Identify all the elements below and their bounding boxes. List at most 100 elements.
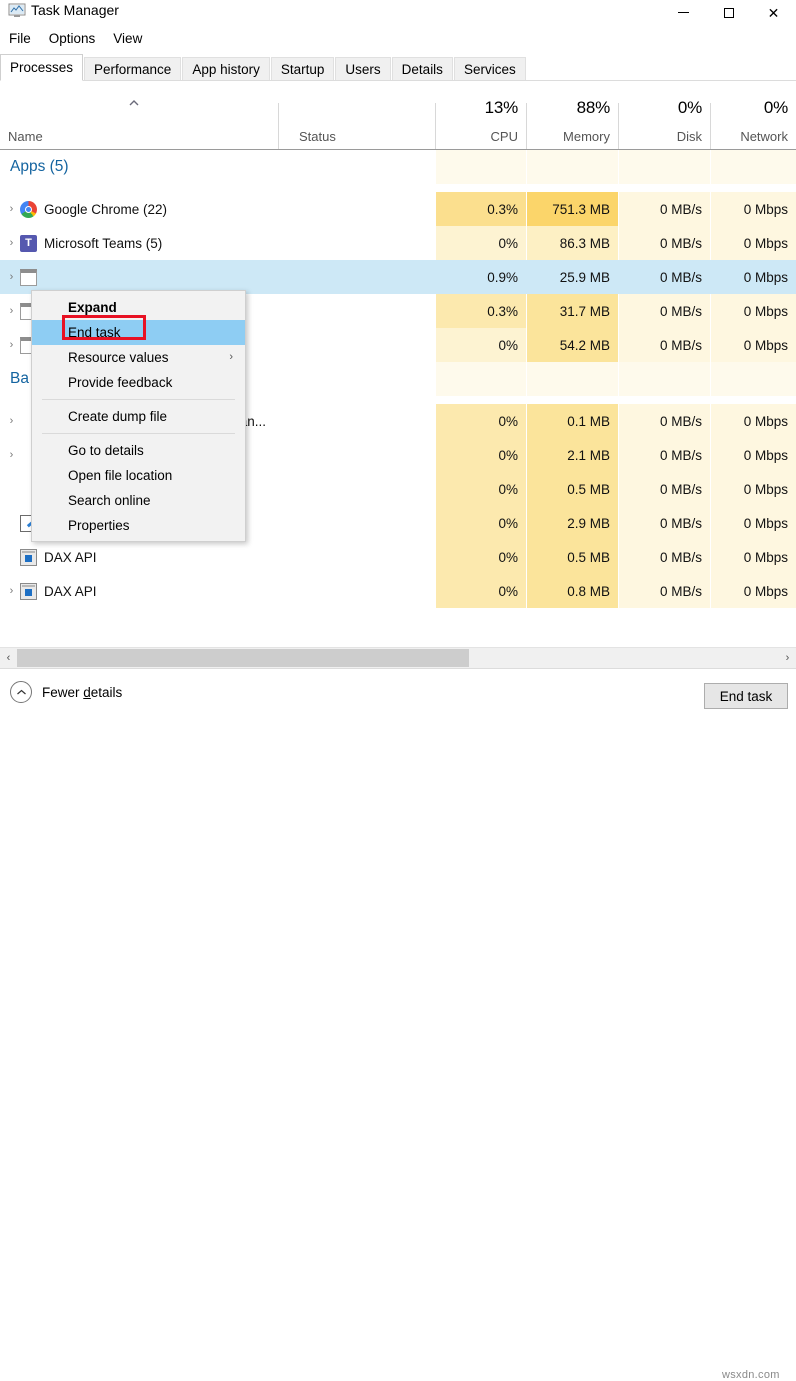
process-row[interactable]: › — [0, 438, 18, 472]
cell-network — [711, 150, 796, 184]
table-row[interactable]: 0% 0.5 MB 0 MB/s 0 Mbps DAX API — [0, 540, 796, 574]
table-row[interactable]: Apps (5) — [0, 150, 796, 184]
context-menu-item-provide-feedback[interactable]: Provide feedback — [32, 370, 245, 395]
cell-network: 0 Mbps — [711, 472, 796, 506]
cell-network: 0 Mbps — [711, 506, 796, 540]
process-row-chrome[interactable]: › Google Chrome (22) — [0, 192, 167, 226]
cell-memory: 2.1 MB — [527, 438, 618, 472]
end-task-button[interactable]: End task — [704, 683, 788, 709]
expand-chevron-icon[interactable]: › — [5, 449, 18, 461]
cell-cpu: 0% — [436, 506, 526, 540]
context-menu-item-search-online[interactable]: Search online — [32, 488, 245, 513]
cell-cpu: 0% — [436, 574, 526, 608]
cell-cpu: 0% — [436, 540, 526, 574]
cell-network: 0 Mbps — [711, 404, 796, 438]
scroll-left-arrow-icon[interactable]: ‹ — [0, 648, 17, 668]
cell-disk: 0 MB/s — [619, 260, 710, 294]
expand-chevron-icon[interactable]: › — [5, 339, 18, 351]
cell-disk: 0 MB/s — [619, 294, 710, 328]
scrollbar-thumb[interactable] — [17, 649, 469, 667]
task-manager-window: Task Manager ✕ File Options View Process… — [0, 0, 796, 1381]
table-row[interactable]: 0% 0.8 MB 0 MB/s 0 Mbps › DAX API — [0, 574, 796, 608]
cell-cpu: 0% — [436, 226, 526, 260]
tab-app-history[interactable]: App history — [182, 57, 270, 81]
expand-chevron-icon[interactable]: › — [5, 305, 18, 317]
tab-details[interactable]: Details — [391, 57, 453, 81]
process-row-teams[interactable]: › Microsoft Teams (5) — [0, 226, 162, 260]
table-row[interactable]: 0.3% 751.3 MB 0 MB/s 0 Mbps › Google Chr… — [0, 192, 796, 226]
group-header-background-processes[interactable]: Ba ) — [0, 362, 245, 396]
menu-item-file[interactable]: File — [0, 29, 40, 48]
expand-chevron-icon[interactable]: › — [5, 203, 18, 215]
cell-memory: 31.7 MB — [527, 294, 618, 328]
cell-network: 0 Mbps — [711, 226, 796, 260]
cell-memory: 0.8 MB — [527, 574, 618, 608]
column-header-cpu[interactable]: 13% CPU — [436, 95, 526, 149]
cell-cpu: 0% — [436, 472, 526, 506]
column-header-row: Name Status 13% CPU 88% Memory 0% Disk 0… — [0, 95, 796, 150]
cell-memory: 86.3 MB — [527, 226, 618, 260]
cell-cpu — [436, 150, 526, 184]
table-row[interactable]: 0% 86.3 MB 0 MB/s 0 Mbps › Microsoft Tea… — [0, 226, 796, 260]
cell-network: 0 Mbps — [711, 540, 796, 574]
context-menu-item-resource-values[interactable]: Resource values › — [32, 345, 245, 370]
process-row-dax-api[interactable]: › DAX API — [0, 574, 97, 608]
tab-performance[interactable]: Performance — [84, 57, 182, 81]
column-header-disk[interactable]: 0% Disk — [619, 95, 710, 149]
cell-cpu: 0.3% — [436, 294, 526, 328]
cell-memory — [527, 150, 618, 184]
maximize-button[interactable] — [706, 0, 751, 25]
tab-users[interactable]: Users — [335, 57, 391, 81]
context-menu-separator — [42, 433, 235, 434]
menu-item-view[interactable]: View — [104, 29, 151, 48]
cell-disk: 0 MB/s — [619, 540, 710, 574]
fewer-details-button[interactable]: Fewer details — [10, 681, 122, 703]
minimize-button[interactable] — [661, 0, 706, 25]
expand-chevron-icon[interactable]: › — [5, 415, 18, 427]
dax-api-icon — [20, 582, 37, 600]
chrome-icon — [20, 200, 37, 218]
column-header-memory[interactable]: 88% Memory — [527, 95, 618, 149]
context-menu-item-go-to-details[interactable]: Go to details — [32, 438, 245, 463]
context-menu-item-open-file-location[interactable]: Open file location — [32, 463, 245, 488]
menu-item-options[interactable]: Options — [40, 29, 105, 48]
cell-cpu — [436, 362, 526, 396]
group-header-apps[interactable]: Apps (5) — [0, 150, 69, 184]
tab-underline — [0, 80, 796, 81]
scroll-right-arrow-icon[interactable]: › — [779, 648, 796, 668]
column-header-network[interactable]: 0% Network — [711, 95, 796, 149]
column-header-status[interactable]: Status — [279, 95, 435, 149]
dax-api-icon — [20, 548, 37, 566]
context-menu-item-create-dump-file[interactable]: Create dump file — [32, 404, 245, 429]
end-task-annotation-highlight — [62, 315, 146, 340]
window-icon — [20, 268, 37, 286]
cell-network: 0 Mbps — [711, 328, 796, 362]
fewer-details-label: Fewer details — [42, 684, 123, 700]
expand-chevron-icon[interactable]: › — [5, 237, 18, 249]
cell-memory — [527, 362, 618, 396]
cell-memory: 0.5 MB — [527, 472, 618, 506]
minimize-icon — [678, 12, 689, 13]
expand-chevron-icon[interactable]: › — [5, 271, 18, 283]
window-title: Task Manager — [31, 2, 119, 18]
context-menu-item-properties[interactable]: Properties — [32, 513, 245, 538]
close-button[interactable]: ✕ — [751, 0, 796, 25]
table-row-selected[interactable]: 0.9% 25.9 MB 0 MB/s 0 Mbps › — [0, 260, 796, 294]
scrollbar-track[interactable] — [469, 649, 779, 667]
cell-disk: 0 MB/s — [619, 472, 710, 506]
watermark: wsxdn.com — [722, 1369, 780, 1381]
cell-network — [711, 362, 796, 396]
horizontal-scrollbar[interactable]: ‹ › — [0, 647, 796, 668]
tab-startup[interactable]: Startup — [270, 57, 335, 81]
cell-network: 0 Mbps — [711, 294, 796, 328]
footer-bar: Fewer details End task wsxdn.com — [0, 668, 796, 1381]
process-row[interactable]: › — [0, 260, 44, 294]
cell-disk: 0 MB/s — [619, 574, 710, 608]
cell-cpu: 0.9% — [436, 260, 526, 294]
teams-icon — [20, 234, 37, 252]
tab-services[interactable]: Services — [453, 57, 526, 81]
process-row-dax-api[interactable]: DAX API — [0, 540, 97, 574]
cell-cpu: 0.3% — [436, 192, 526, 226]
tab-processes[interactable]: Processes — [0, 54, 84, 81]
expand-chevron-icon[interactable]: › — [5, 585, 18, 597]
